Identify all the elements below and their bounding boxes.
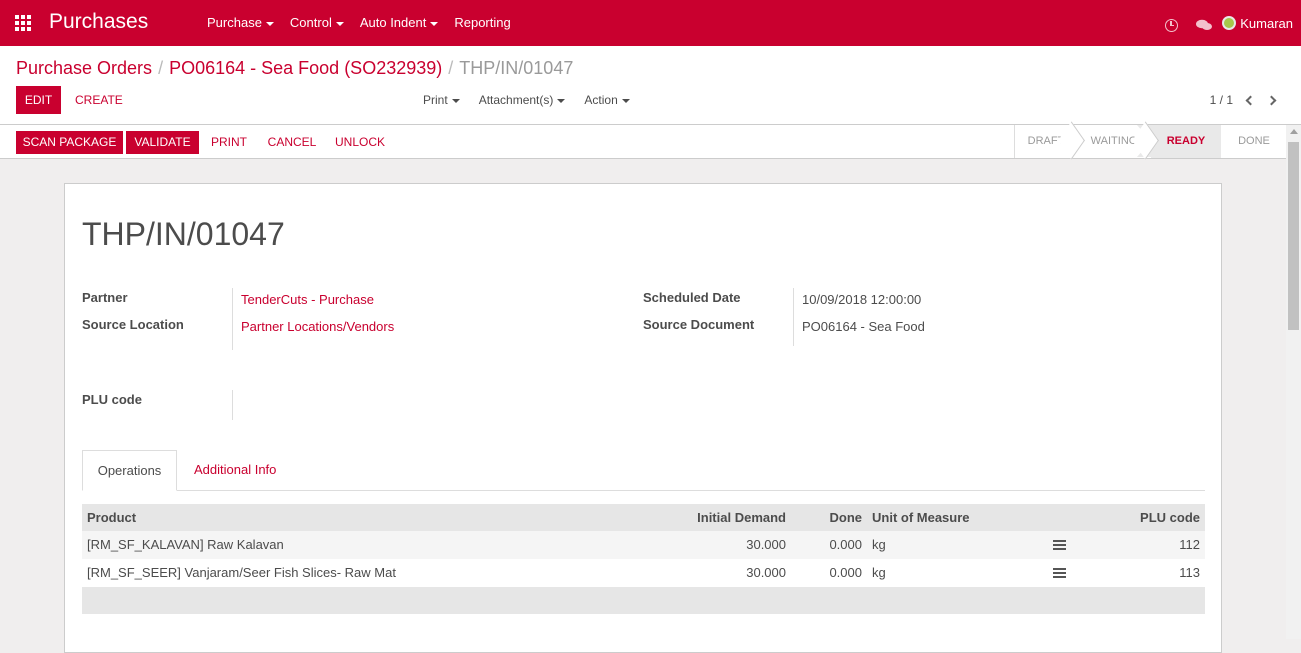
breadcrumb: Purchase Orders / PO06164 - Sea Food (SO23…: [16, 58, 573, 79]
scan-package-button[interactable]: SCAN PACKAGE: [16, 131, 123, 154]
tab-additional-info[interactable]: Additional Info: [194, 450, 276, 491]
field-divider: [232, 288, 233, 350]
table-row[interactable]: [RM_SF_KALAVAN] Raw Kalavan 30.000 0.000…: [82, 531, 1205, 559]
caret-down-icon: [335, 21, 344, 26]
breadcrumb-purchase-orders[interactable]: Purchase Orders: [16, 58, 152, 78]
avatar[interactable]: [1222, 16, 1237, 30]
plu-code-label: PLU code: [82, 392, 142, 407]
caret-down-icon: [451, 98, 460, 103]
row-done: 0.000: [829, 565, 862, 580]
tab-operations[interactable]: Operations: [82, 450, 177, 491]
status-bar: SCAN PACKAGE VALIDATE PRINT CANCEL UNLOC…: [0, 125, 1301, 159]
source-location-value[interactable]: Partner Locations/Vendors: [241, 319, 394, 334]
source-location-label: Source Location: [82, 317, 184, 332]
sidebar-actions: Print Attachment(s) Action: [423, 86, 649, 114]
action-dropdown[interactable]: Action: [584, 86, 630, 114]
activity-clock-icon[interactable]: [1165, 18, 1179, 32]
table-footer: [82, 587, 1205, 614]
notebook-tabs: Operations Additional Info: [82, 450, 1205, 491]
operations-table: Product Initial Demand Done Unit of Meas…: [82, 504, 1205, 614]
col-unit-of-measure[interactable]: Unit of Measure: [872, 504, 970, 531]
record-title: THP/IN/01047: [82, 216, 285, 252]
row-done: 0.000: [829, 537, 862, 552]
main-menu: Purchase Control Auto Indent Reporting: [199, 0, 519, 46]
row-uom: kg: [872, 537, 886, 552]
chevron-right-icon[interactable]: [1266, 95, 1277, 105]
scheduled-date-label: Scheduled Date: [643, 290, 741, 305]
menu-purchase[interactable]: Purchase: [199, 0, 282, 46]
control-panel: Purchase Orders / PO06164 - Sea Food (SO23…: [0, 46, 1301, 125]
stage-done: DONE: [1221, 125, 1287, 158]
row-initial-demand: 30.000: [746, 565, 786, 580]
chevron-left-icon[interactable]: [1245, 95, 1256, 105]
breadcrumb-current: THP/IN/01047: [459, 58, 574, 78]
caret-down-icon: [430, 21, 439, 26]
row-initial-demand: 30.000: [746, 537, 786, 552]
breadcrumb-purchase-order[interactable]: PO06164 - Sea Food (SO232939): [169, 58, 442, 78]
breadcrumb-separator: /: [158, 58, 164, 78]
menu-reporting[interactable]: Reporting: [446, 0, 518, 46]
attachments-dropdown[interactable]: Attachment(s): [479, 86, 566, 114]
pager-value[interactable]: 1 / 1: [1210, 86, 1233, 114]
systray: Kumaran: [1165, 0, 1293, 46]
validate-button[interactable]: VALIDATE: [126, 131, 199, 154]
caret-down-icon: [265, 21, 274, 26]
print-dropdown[interactable]: Print: [423, 86, 460, 114]
stage-pipeline: DRAFT WAITING READY DONE: [1014, 125, 1287, 158]
caret-down-icon: [557, 98, 566, 103]
source-document-value: PO06164 - Sea Food: [802, 319, 925, 334]
col-product[interactable]: Product: [87, 504, 136, 531]
row-plu-code: 113: [1179, 565, 1200, 580]
row-product: [RM_SF_SEER] Vanjaram/Seer Fish Slices- …: [87, 565, 396, 580]
create-button[interactable]: CREATE: [75, 86, 123, 114]
row-plu-code: 112: [1179, 537, 1200, 552]
scheduled-date-value: 10/09/2018 12:00:00: [802, 292, 922, 307]
table-row[interactable]: [RM_SF_SEER] Vanjaram/Seer Fish Slices- …: [82, 559, 1205, 587]
field-divider: [793, 288, 794, 346]
col-plu-code[interactable]: PLU code: [1102, 504, 1200, 531]
row-uom: kg: [872, 565, 886, 580]
print-button[interactable]: PRINT: [205, 131, 253, 154]
caret-down-icon: [621, 98, 630, 103]
stage-draft: DRAFT: [1015, 125, 1077, 158]
row-product: [RM_SF_KALAVAN] Raw Kalavan: [87, 537, 284, 552]
partner-label: Partner: [82, 290, 128, 305]
detailed-operations-icon[interactable]: [1053, 540, 1066, 550]
stage-waiting: WAITING: [1077, 125, 1151, 158]
apps-grid-icon[interactable]: [15, 15, 31, 31]
field-divider: [232, 390, 233, 420]
partner-value[interactable]: TenderCuts - Purchase: [241, 292, 374, 307]
detailed-operations-icon[interactable]: [1053, 568, 1066, 578]
scroll-thumb[interactable]: [1288, 142, 1299, 330]
messages-icon[interactable]: [1196, 19, 1213, 31]
cancel-button[interactable]: CANCEL: [262, 131, 322, 154]
col-initial-demand[interactable]: Initial Demand: [682, 504, 786, 531]
menu-control[interactable]: Control: [282, 0, 352, 46]
col-done[interactable]: Done: [802, 504, 863, 531]
stage-ready: READY: [1137, 125, 1221, 158]
pager: 1 / 1: [1210, 86, 1277, 114]
table-header: Product Initial Demand Done Unit of Meas…: [82, 504, 1205, 531]
app-title: Purchases: [49, 10, 149, 33]
source-document-label: Source Document: [643, 317, 755, 332]
unlock-button[interactable]: UNLOCK: [331, 131, 389, 154]
form-sheet: THP/IN/01047 Partner Source Location Ten…: [64, 183, 1222, 653]
menu-auto-indent[interactable]: Auto Indent: [352, 0, 447, 46]
user-name[interactable]: Kumaran: [1240, 16, 1293, 31]
vertical-scrollbar[interactable]: [1286, 125, 1301, 639]
scroll-up-arrow-icon[interactable]: [1290, 129, 1298, 134]
top-navbar: Purchases Purchase Control Auto Indent R…: [0, 0, 1301, 46]
breadcrumb-separator: /: [448, 58, 454, 78]
edit-button[interactable]: EDIT: [16, 86, 61, 114]
